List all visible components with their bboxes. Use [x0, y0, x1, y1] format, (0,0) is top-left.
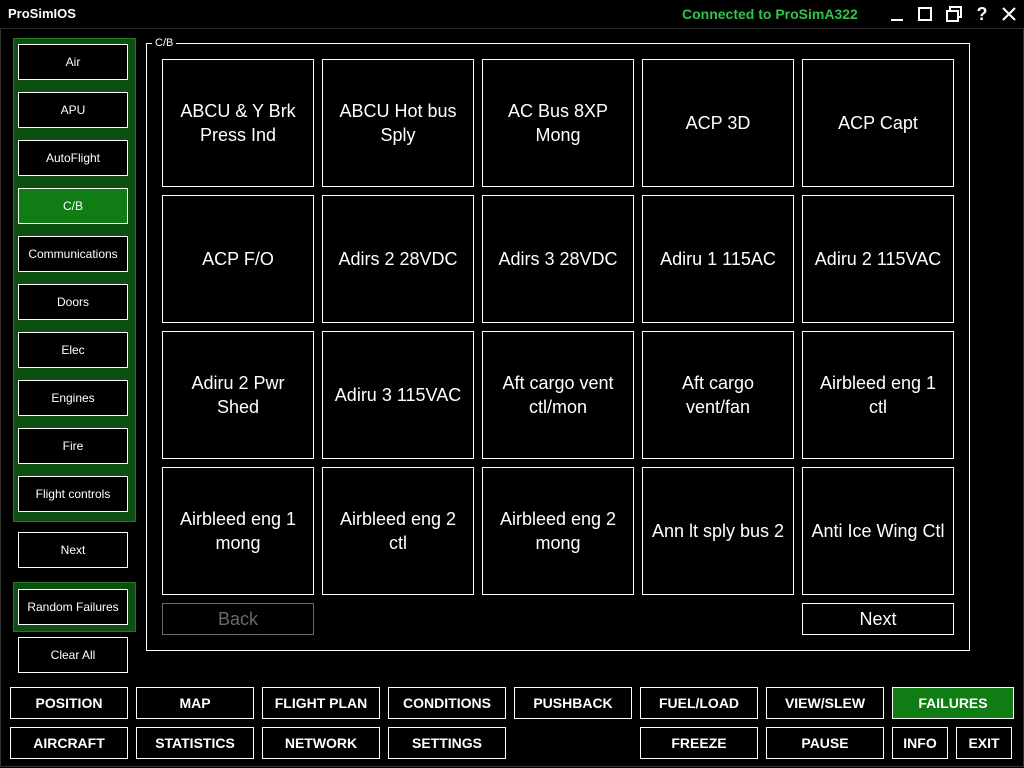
sidebar-next-button[interactable]: Next: [18, 532, 128, 568]
sidebar-item-fire[interactable]: Fire: [18, 428, 128, 464]
cb-item-button[interactable]: Adirs 3 28VDC: [482, 195, 634, 323]
cb-item-button[interactable]: Airbleed eng 2 mong: [482, 467, 634, 595]
close-icon[interactable]: [998, 3, 1020, 25]
cb-item-button[interactable]: ACP F/O: [162, 195, 314, 323]
title-bar: ProSimIOS Connected to ProSimA322 ?: [0, 0, 1024, 29]
cb-item-button[interactable]: Ann lt sply bus 2: [642, 467, 794, 595]
panel-next-button[interactable]: Next: [802, 603, 954, 635]
nav-position-button[interactable]: POSITION: [10, 687, 128, 719]
nav-pause-button[interactable]: PAUSE: [766, 727, 884, 759]
nav-freeze-button[interactable]: FREEZE: [640, 727, 758, 759]
cb-item-button[interactable]: Airbleed eng 1 mong: [162, 467, 314, 595]
cb-item-button[interactable]: Adiru 2 115VAC: [802, 195, 954, 323]
nav-statistics-button[interactable]: STATISTICS: [136, 727, 254, 759]
cb-item-button[interactable]: Adirs 2 28VDC: [322, 195, 474, 323]
maximize-icon[interactable]: [914, 3, 936, 25]
nav-map-button[interactable]: MAP: [136, 687, 254, 719]
nav-aircraft-button[interactable]: AIRCRAFT: [10, 727, 128, 759]
sidebar-item-engines[interactable]: Engines: [18, 380, 128, 416]
sidebar-item-doors[interactable]: Doors: [18, 284, 128, 320]
connection-status: Connected to ProSimA322: [682, 6, 858, 22]
cb-item-button[interactable]: Airbleed eng 1 ctl: [802, 331, 954, 459]
cb-item-button[interactable]: Adiru 1 115AC: [642, 195, 794, 323]
cb-item-button[interactable]: AC Bus 8XP Mong: [482, 59, 634, 187]
back-button[interactable]: Back: [162, 603, 314, 635]
cb-item-button[interactable]: ABCU & Y Brk Press Ind: [162, 59, 314, 187]
cb-item-button[interactable]: Anti Ice Wing Ctl: [802, 467, 954, 595]
nav-network-button[interactable]: NETWORK: [262, 727, 380, 759]
cb-item-button[interactable]: ABCU Hot bus Sply: [322, 59, 474, 187]
sidebar-item-communications[interactable]: Communications: [18, 236, 128, 272]
nav-pushback-button[interactable]: PUSHBACK: [514, 687, 632, 719]
nav-failures-button[interactable]: FAILURES: [892, 687, 1014, 719]
clear-all-button[interactable]: Clear All: [18, 637, 128, 673]
sidebar-item-air[interactable]: Air: [18, 44, 128, 80]
cb-item-button[interactable]: ACP 3D: [642, 59, 794, 187]
sidebar-item-c-b[interactable]: C/B: [18, 188, 128, 224]
nav-info-button[interactable]: INFO: [892, 727, 948, 759]
random-failures-button[interactable]: Random Failures: [18, 589, 128, 625]
app-title: ProSimIOS: [8, 6, 76, 21]
help-icon[interactable]: ?: [971, 3, 993, 25]
minimize-icon[interactable]: [886, 3, 908, 25]
restore-icon[interactable]: [943, 3, 965, 25]
sidebar-item-flight-controls[interactable]: Flight controls: [18, 476, 128, 512]
cb-item-button[interactable]: Adiru 2 Pwr Shed: [162, 331, 314, 459]
cb-item-button[interactable]: Airbleed eng 2 ctl: [322, 467, 474, 595]
nav-conditions-button[interactable]: CONDITIONS: [388, 687, 506, 719]
nav-flight-plan-button[interactable]: FLIGHT PLAN: [262, 687, 380, 719]
nav-view-slew-button[interactable]: VIEW/SLEW: [766, 687, 884, 719]
cb-item-button[interactable]: Aft cargo vent/fan: [642, 331, 794, 459]
cb-item-button[interactable]: ACP Capt: [802, 59, 954, 187]
cb-item-button[interactable]: Aft cargo vent ctl/mon: [482, 331, 634, 459]
nav-exit-button[interactable]: EXIT: [956, 727, 1012, 759]
nav-fuel-load-button[interactable]: FUEL/LOAD: [640, 687, 758, 719]
sidebar-item-elec[interactable]: Elec: [18, 332, 128, 368]
cb-item-button[interactable]: Adiru 3 115VAC: [322, 331, 474, 459]
panel-title: C/B: [152, 37, 177, 49]
sidebar-item-autoflight[interactable]: AutoFlight: [18, 140, 128, 176]
nav-settings-button[interactable]: SETTINGS: [388, 727, 506, 759]
sidebar-item-apu[interactable]: APU: [18, 92, 128, 128]
